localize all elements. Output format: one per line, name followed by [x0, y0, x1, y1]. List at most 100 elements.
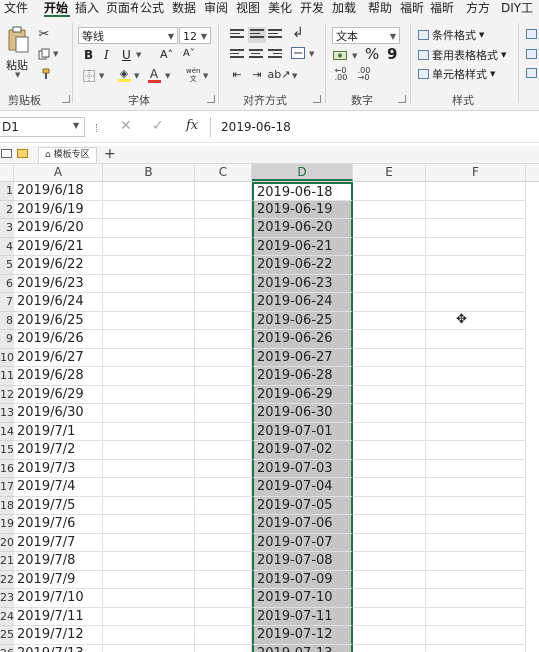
cell-a[interactable]: 2019/6/19	[14, 200, 103, 219]
cell-e[interactable]	[353, 570, 426, 589]
number-launcher-icon[interactable]	[398, 95, 406, 103]
paste-icon[interactable]	[6, 25, 30, 55]
cell-d[interactable]: 2019-07-07	[252, 533, 353, 552]
cell-d[interactable]: 2019-07-09	[252, 570, 353, 589]
cell-e[interactable]	[353, 182, 426, 201]
cell-c[interactable]	[195, 367, 252, 386]
cell-c[interactable]	[195, 200, 252, 219]
cell-c[interactable]	[195, 182, 252, 201]
row-header[interactable]: 3	[0, 219, 14, 238]
column-header-a[interactable]: A	[14, 164, 103, 181]
font-launcher-icon[interactable]	[207, 95, 215, 103]
cell-c[interactable]	[195, 570, 252, 589]
tab-14[interactable]: 福昕	[430, 0, 459, 17]
cell-a[interactable]: 2019/6/22	[14, 256, 103, 275]
phonetic-dropdown-icon[interactable]: ▼	[203, 72, 208, 80]
cell-b[interactable]	[103, 200, 195, 219]
cell-f[interactable]	[426, 441, 526, 460]
cell-a[interactable]: 2019/7/4	[14, 478, 103, 497]
row-header[interactable]: 16	[0, 459, 14, 478]
cell-b[interactable]	[103, 367, 195, 386]
cell-c[interactable]	[195, 422, 252, 441]
cell-d[interactable]: 2019-07-02	[252, 441, 353, 460]
cell-a[interactable]: 2019/6/30	[14, 404, 103, 423]
cell-f[interactable]	[426, 570, 526, 589]
cell-e[interactable]	[353, 459, 426, 478]
cell-b[interactable]	[103, 441, 195, 460]
row-header[interactable]: 9	[0, 330, 14, 349]
cell-d[interactable]: 2019-06-27	[252, 348, 353, 367]
cell-e[interactable]	[353, 219, 426, 238]
cell-b[interactable]	[103, 422, 195, 441]
cell-d[interactable]: 2019-07-03	[252, 459, 353, 478]
cell-b[interactable]	[103, 348, 195, 367]
cell-a[interactable]: 2019/7/3	[14, 459, 103, 478]
cell-f[interactable]	[426, 330, 526, 349]
cell-e[interactable]	[353, 200, 426, 219]
row-header[interactable]: 24	[0, 607, 14, 626]
cell-e[interactable]	[353, 274, 426, 293]
number-format-select[interactable]: 文本 ▼	[332, 27, 400, 44]
cell-e[interactable]	[353, 496, 426, 515]
cell-e[interactable]	[353, 293, 426, 312]
currency-dropdown-icon[interactable]: ▼	[352, 52, 357, 60]
cell-f[interactable]	[426, 404, 526, 423]
cell-f[interactable]	[426, 348, 526, 367]
cell-e[interactable]	[353, 237, 426, 256]
underline-button[interactable]: U	[122, 48, 131, 62]
tab-4[interactable]: 页面布	[106, 0, 138, 17]
cell-e[interactable]	[353, 367, 426, 386]
row-header[interactable]: 4	[0, 237, 14, 256]
cell-c[interactable]	[195, 533, 252, 552]
row-header[interactable]: 10	[0, 348, 14, 367]
row-header[interactable]: 18	[0, 496, 14, 515]
cell-e[interactable]	[353, 348, 426, 367]
row-header[interactable]: 12	[0, 385, 14, 404]
cell-a[interactable]: 2019/7/6	[14, 515, 103, 534]
cell-f[interactable]	[426, 237, 526, 256]
cell-c[interactable]	[195, 441, 252, 460]
cell-f[interactable]	[426, 422, 526, 441]
row-header[interactable]: 22	[0, 570, 14, 589]
cell-c[interactable]	[195, 256, 252, 275]
phonetic-button[interactable]: wén 文	[186, 67, 200, 83]
cell-d[interactable]: 2019-06-23	[252, 274, 353, 293]
formula-bar-grip[interactable]	[96, 124, 99, 132]
orientation-icon[interactable]: ab↗	[268, 67, 291, 81]
tab-3[interactable]: 插入	[75, 0, 102, 17]
row-header[interactable]: 15	[0, 441, 14, 460]
cell-b[interactable]	[103, 311, 195, 330]
cell-b[interactable]	[103, 570, 195, 589]
border-dropdown-icon[interactable]: ▼	[99, 72, 104, 80]
cell-c[interactable]	[195, 552, 252, 571]
increase-indent-icon[interactable]: ⇥	[250, 67, 264, 81]
copy-icon[interactable]	[37, 47, 51, 61]
cell-c[interactable]	[195, 478, 252, 497]
cell-b[interactable]	[103, 589, 195, 608]
cell-c[interactable]	[195, 293, 252, 312]
cell-d[interactable]: 2019-07-08	[252, 552, 353, 571]
cell-d[interactable]: 2019-07-11	[252, 607, 353, 626]
cell-f[interactable]	[426, 496, 526, 515]
cell-d[interactable]: 2019-07-10	[252, 589, 353, 608]
cell-b[interactable]	[103, 478, 195, 497]
cell-c[interactable]	[195, 311, 252, 330]
row-header[interactable]: 14	[0, 422, 14, 441]
cell-f[interactable]	[426, 256, 526, 275]
cell-c[interactable]	[195, 644, 252, 652]
cancel-formula-button[interactable]: ✕	[120, 118, 132, 134]
cell-f[interactable]	[426, 367, 526, 386]
cell-f[interactable]	[426, 459, 526, 478]
cell-e[interactable]	[353, 533, 426, 552]
font-name-select[interactable]: 等线 ▼	[78, 27, 178, 44]
increase-decimal-icon[interactable]: ←0.00	[333, 67, 349, 82]
cell-b[interactable]	[103, 219, 195, 238]
row-header[interactable]: 8	[0, 311, 14, 330]
cell-a[interactable]: 2019/6/23	[14, 274, 103, 293]
template-zone-tab[interactable]: ⌂ 模板专区	[38, 147, 97, 163]
cell-d[interactable]: 2019-06-21	[252, 237, 353, 256]
row-header[interactable]: 13	[0, 404, 14, 423]
tab-12[interactable]: 帮助	[368, 0, 395, 17]
cell-f[interactable]	[426, 293, 526, 312]
cell-b[interactable]	[103, 182, 195, 201]
